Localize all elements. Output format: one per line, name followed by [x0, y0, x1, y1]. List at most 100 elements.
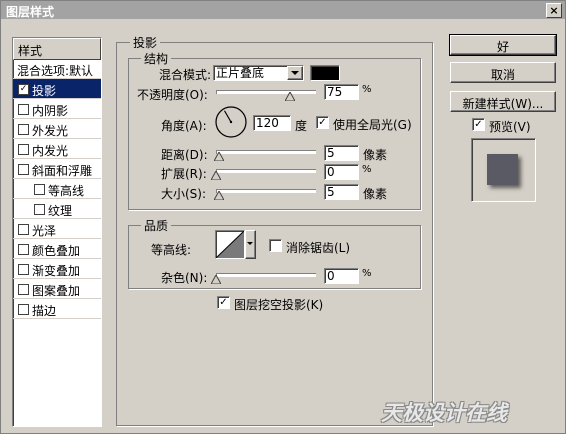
close-button[interactable]: ×: [546, 3, 562, 18]
style-list-item-label: 渐变叠加: [32, 264, 81, 278]
style-list-item[interactable]: ✓ 投影: [13, 79, 101, 99]
quality-title: 品质: [141, 217, 172, 234]
blend-mode-select[interactable]: 正片叠底: [213, 65, 304, 81]
size-label: 大小(S):: [161, 187, 207, 201]
shadow-color-swatch[interactable]: [310, 65, 340, 81]
noise-slider-track[interactable]: [216, 273, 316, 277]
style-list-item-checkbox[interactable]: [18, 144, 29, 155]
title-bar[interactable]: 图层样式 ×: [1, 1, 565, 19]
style-list-item-checkbox[interactable]: [18, 164, 29, 175]
knockout-label[interactable]: 图层挖空投影(K): [234, 296, 323, 313]
style-list-item-checkbox[interactable]: [34, 204, 45, 215]
size-unit: 像素: [363, 187, 388, 201]
opacity-slider-thumb[interactable]: [285, 92, 296, 101]
window-title: 图层样式: [6, 5, 55, 19]
style-list-item-checkbox[interactable]: [18, 124, 29, 135]
style-preview-swatch: [487, 154, 518, 185]
style-list-item[interactable]: 内发光: [13, 139, 101, 159]
style-list-item-label: 内阴影: [32, 104, 69, 118]
distance-input[interactable]: 5: [324, 145, 359, 161]
style-list-item-label: 外发光: [32, 124, 69, 138]
ok-button[interactable]: 好: [449, 34, 557, 56]
style-list-item-checkbox[interactable]: [34, 184, 45, 195]
style-list-item-label: 光泽: [32, 224, 57, 238]
anti-alias-checkbox[interactable]: [269, 239, 282, 252]
size-slider-track[interactable]: [216, 189, 316, 193]
preview-checkbox[interactable]: ✓: [472, 118, 485, 131]
opacity-label: 不透明度(O):: [137, 88, 208, 102]
anti-alias-label[interactable]: 消除锯齿(L): [286, 239, 350, 256]
angle-dial[interactable]: [214, 105, 248, 139]
layer-style-dialog: 图层样式 × 样式 混合选项:默认 ✓ 投影 内阴影 外发光 内发光 斜面和浮雕 等高线 纹理光…: [0, 0, 566, 434]
structure-title: 结构: [141, 50, 172, 67]
angle-input[interactable]: 120: [253, 115, 291, 131]
style-list-item[interactable]: 外发光: [13, 119, 101, 139]
spread-label: 扩展(R):: [161, 167, 207, 181]
style-list-item[interactable]: 内阴影: [13, 99, 101, 119]
list-divider: [13, 318, 101, 319]
style-list-item[interactable]: 斜面和浮雕: [13, 159, 101, 179]
global-light-checkbox[interactable]: ✓: [316, 116, 329, 129]
blend-mode-label: 混合模式:: [159, 68, 212, 82]
style-list-item[interactable]: 颜色叠加: [13, 239, 101, 259]
drop-shadow-title: 投影: [130, 34, 161, 51]
spread-slider-thumb[interactable]: [211, 171, 221, 180]
blend-mode-dropdown-button[interactable]: [287, 66, 303, 80]
noise-value: 0: [327, 269, 335, 283]
style-list-item[interactable]: 光泽: [13, 219, 101, 239]
noise-unit: %: [362, 268, 372, 279]
style-list-item[interactable]: 等高线: [13, 179, 101, 199]
style-list-item-label: 纹理: [48, 204, 73, 218]
styles-list-header[interactable]: 样式: [13, 38, 101, 60]
style-list-item[interactable]: 描边: [13, 299, 101, 319]
chevron-down-icon: [291, 71, 299, 75]
angle-label: 角度(A):: [161, 119, 207, 133]
spread-slider-track[interactable]: [216, 169, 316, 173]
noise-slider-thumb[interactable]: [211, 275, 221, 284]
cancel-button[interactable]: 取消: [450, 62, 556, 83]
new-style-button[interactable]: 新建样式(W)...: [450, 91, 556, 112]
style-list-item[interactable]: 纹理: [13, 199, 101, 219]
distance-slider-track[interactable]: [216, 150, 316, 154]
distance-value: 5: [327, 146, 335, 160]
size-input[interactable]: 5: [324, 184, 359, 200]
style-list-item[interactable]: 渐变叠加: [13, 259, 101, 279]
noise-input[interactable]: 0: [324, 268, 359, 284]
chevron-down-icon: [247, 242, 253, 245]
style-list-item-checkbox[interactable]: [18, 304, 29, 315]
style-list-item-label: 等高线: [48, 184, 85, 198]
size-slider-thumb[interactable]: [214, 191, 224, 200]
style-list-item-checkbox[interactable]: ✓: [18, 84, 29, 95]
opacity-value: 75: [327, 85, 343, 99]
style-list-item-checkbox[interactable]: [18, 104, 29, 115]
style-list-item-label: 颜色叠加: [32, 244, 81, 258]
blend-mode-value: 正片叠底: [216, 66, 265, 80]
style-list-item-label: 斜面和浮雕: [32, 164, 93, 178]
cancel-button-label: 取消: [490, 68, 515, 82]
styles-list: 样式 混合选项:默认 ✓ 投影内阴影外发光 内发光斜面和浮雕等高线纹理光泽颜色叠加渐变…: [12, 37, 102, 427]
spread-input[interactable]: 0: [324, 164, 359, 180]
knockout-checkbox[interactable]: ✓: [217, 296, 230, 309]
style-list-item-checkbox[interactable]: [18, 224, 29, 235]
new-style-button-label: 新建样式(W)...: [462, 97, 544, 111]
style-list-item-label: 混合选项:默认: [17, 64, 94, 78]
global-light-label[interactable]: 使用全局光(G): [333, 116, 412, 133]
style-list-item-checkbox[interactable]: [18, 284, 29, 295]
preview-label[interactable]: 预览(V): [489, 118, 531, 135]
style-list-item-label: 图案叠加: [32, 284, 81, 298]
contour-picker[interactable]: [215, 230, 245, 259]
style-list-item-checkbox[interactable]: [18, 264, 29, 275]
distance-label: 距离(D):: [161, 148, 208, 162]
opacity-slider-track[interactable]: [216, 90, 316, 94]
spread-value: 0: [327, 165, 335, 179]
contour-dropdown-button[interactable]: [245, 230, 256, 259]
style-list-item[interactable]: 混合选项:默认: [13, 59, 101, 79]
opacity-input[interactable]: 75: [324, 84, 359, 100]
size-value: 5: [327, 185, 335, 199]
styles-list-header-label: 样式: [18, 44, 43, 58]
style-list-item-checkbox[interactable]: [18, 244, 29, 255]
style-list-item-label: 描边: [32, 304, 57, 318]
watermark: 天极设计在线: [381, 401, 507, 425]
style-list-item[interactable]: 图案叠加: [13, 279, 101, 299]
distance-slider-thumb[interactable]: [214, 152, 224, 161]
